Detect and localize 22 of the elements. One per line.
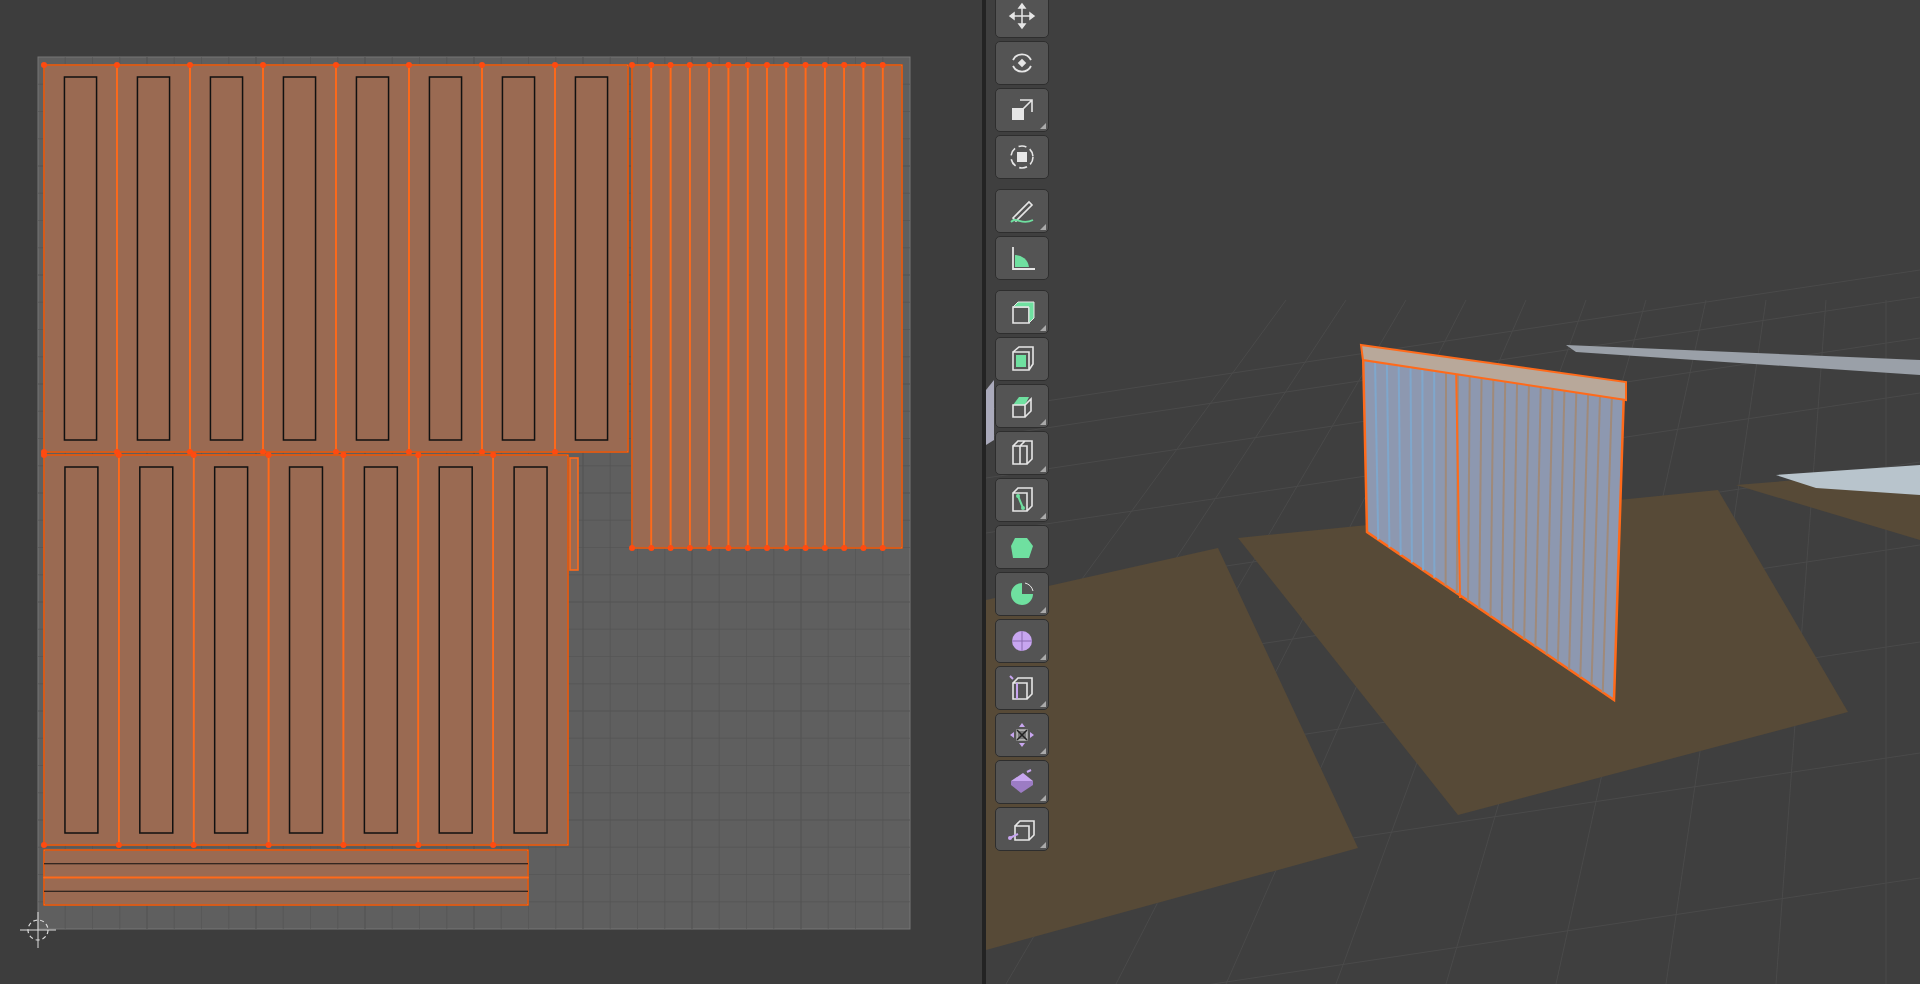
- tool-button[interactable]: [995, 572, 1049, 616]
- tool-button[interactable]: [995, 135, 1049, 179]
- tool-button[interactable]: [995, 41, 1049, 85]
- tool-button[interactable]: [995, 337, 1049, 381]
- tool-button[interactable]: [995, 290, 1049, 334]
- tool-button[interactable]: [995, 807, 1049, 851]
- tool-button[interactable]: [995, 619, 1049, 663]
- tool-button[interactable]: [995, 525, 1049, 569]
- object-edge-drawing: [986, 380, 994, 445]
- 2d-cursor-icon: [19, 911, 57, 949]
- tool-button[interactable]: [995, 760, 1049, 804]
- tool-button[interactable]: [995, 88, 1049, 132]
- tool-button[interactable]: [995, 478, 1049, 522]
- tool-button[interactable]: [995, 236, 1049, 280]
- transform-icon: [1007, 142, 1037, 172]
- tool-button[interactable]: [995, 189, 1049, 233]
- tool-button[interactable]: [995, 384, 1049, 428]
- tool-button[interactable]: [995, 431, 1049, 475]
- tool-button[interactable]: [995, 0, 1049, 38]
- tool-button[interactable]: [995, 713, 1049, 757]
- move-arrows-icon: [1007, 1, 1037, 31]
- tool-button[interactable]: [995, 666, 1049, 710]
